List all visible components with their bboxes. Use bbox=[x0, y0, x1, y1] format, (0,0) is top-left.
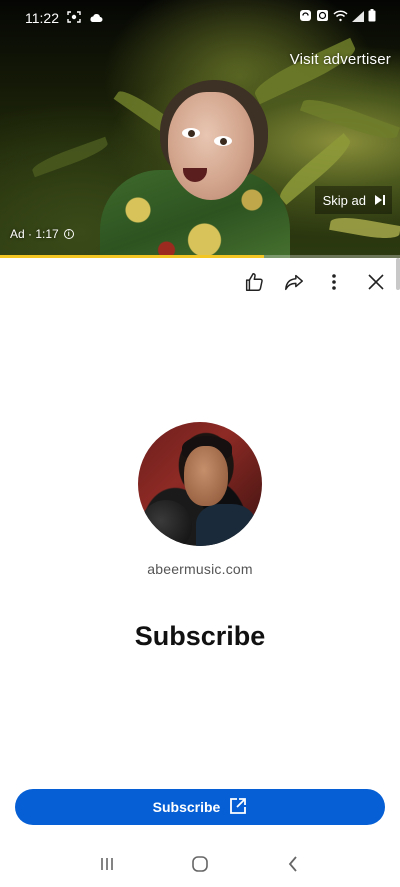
wifi-icon bbox=[333, 9, 348, 27]
ad-headline: Subscribe bbox=[134, 621, 266, 651]
system-nav-bar bbox=[0, 840, 400, 887]
info-icon[interactable]: i bbox=[63, 229, 74, 239]
alarm-icon bbox=[316, 9, 329, 27]
sync-icon bbox=[299, 9, 312, 27]
cloud-icon bbox=[89, 10, 103, 26]
ad-action-row bbox=[234, 262, 400, 302]
home-icon[interactable] bbox=[176, 844, 224, 884]
status-time: 11:22 bbox=[25, 10, 59, 26]
share-icon[interactable] bbox=[274, 262, 314, 302]
close-icon[interactable] bbox=[354, 262, 398, 302]
open-external-icon bbox=[229, 797, 247, 818]
recents-icon[interactable] bbox=[83, 844, 131, 884]
ad-timer: Ad · 1:17 i bbox=[10, 227, 74, 241]
skip-ad-label: Skip ad bbox=[322, 192, 366, 208]
ad-progress-bar bbox=[0, 255, 400, 258]
screen: Visit advertiser Skip ad Ad · 1:17 i 11:… bbox=[0, 0, 400, 887]
more-vert-icon[interactable] bbox=[314, 262, 354, 302]
advertiser-avatar bbox=[138, 422, 262, 546]
thumbs-up-icon[interactable] bbox=[234, 262, 274, 302]
back-icon[interactable] bbox=[269, 844, 317, 884]
skip-next-icon bbox=[374, 195, 386, 205]
advertiser-domain: abeermusic.com bbox=[147, 561, 253, 577]
visit-advertiser-link[interactable]: Visit advertiser bbox=[290, 51, 391, 68]
subscribe-cta-button[interactable]: Subscribe bbox=[15, 789, 385, 825]
ad-timer-text: Ad · 1:17 bbox=[10, 227, 59, 241]
skip-ad-button[interactable]: Skip ad bbox=[314, 186, 392, 214]
screenshot-icon bbox=[67, 10, 81, 26]
status-bar: 11:22 bbox=[0, 0, 400, 36]
subscribe-cta-label: Subscribe bbox=[152, 799, 221, 815]
ad-video-player[interactable]: Visit advertiser Skip ad Ad · 1:17 i bbox=[0, 0, 400, 258]
signal-icon bbox=[352, 9, 364, 27]
battery-icon bbox=[368, 9, 376, 27]
ad-progress-fill bbox=[0, 255, 264, 258]
